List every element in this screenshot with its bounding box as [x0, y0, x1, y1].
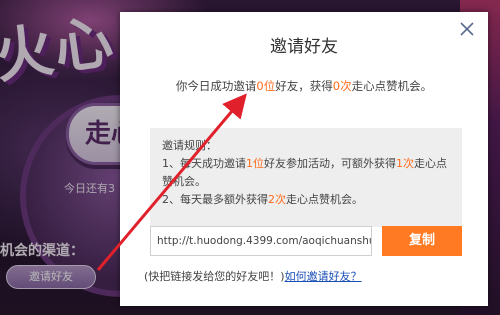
- share-hint-text: (快把链接发给您的好友吧！): [144, 270, 285, 283]
- invite-rules-box: 邀请规则： 1、每天成功邀请1位好友参加活动，可额外获得1次走心点赞机会。 2、…: [150, 128, 462, 227]
- rule-1: 1、每天成功邀请1位好友参加活动，可额外获得1次走心点赞机会。: [162, 157, 447, 188]
- earned-chances: 0次: [332, 79, 352, 93]
- share-hint: (快把链接发给您的好友吧！)如何邀请好友？: [144, 268, 362, 284]
- rules-heading: 邀请规则：: [162, 139, 217, 152]
- how-to-invite-link[interactable]: 如何邀请好友？: [285, 270, 362, 283]
- summary-suffix: 走心点赞机会。: [351, 79, 433, 93]
- summary-middle: 好友，获得: [275, 79, 333, 93]
- summary-prefix: 你今日成功邀请: [175, 79, 257, 93]
- copy-button[interactable]: 复制: [382, 226, 462, 256]
- invited-count: 0位: [256, 79, 276, 93]
- invite-summary: 你今日成功邀请0位好友，获得0次走心点赞机会。: [120, 78, 488, 94]
- invite-link-field[interactable]: http://t.huodong.4399.com/aoqichuanshuo/: [150, 226, 372, 256]
- invite-friends-dialog: 邀请好友 你今日成功邀请0位好友，获得0次走心点赞机会。 邀请规则： 1、每天成…: [120, 12, 488, 306]
- dialog-title: 邀请好友: [270, 37, 338, 57]
- rule-2: 2、每天最多额外获得2次走心点赞机会。: [162, 193, 363, 206]
